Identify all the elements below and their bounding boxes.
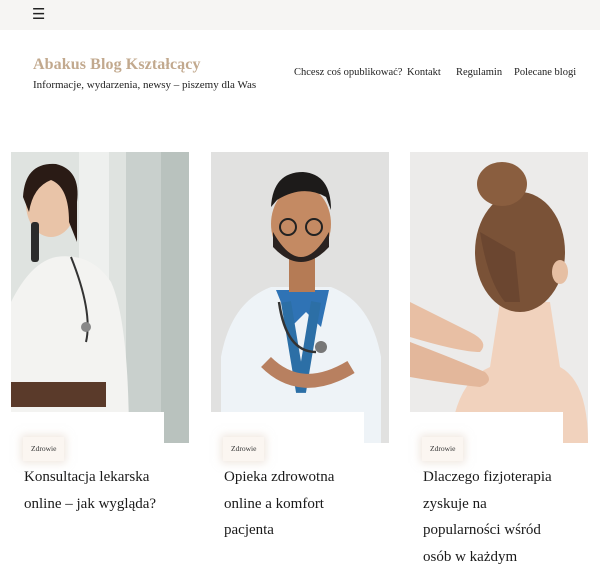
post-card-3: Zdrowie Dlaczego fizjoterapia zyskuje na…: [410, 412, 563, 565]
post-title[interactable]: Dlaczego fizjoterapia zyskuje na popular…: [423, 464, 558, 570]
nav-item-terms[interactable]: Regulamin: [456, 67, 502, 78]
post-card-2: Zdrowie Opieka zdrowotna online a komfor…: [211, 412, 364, 562]
top-bar: ☰: [0, 0, 600, 30]
site-title[interactable]: Abakus Blog Kształcący: [33, 56, 201, 74]
post-image-physiotherapy[interactable]: [410, 152, 588, 443]
category-badge[interactable]: Zdrowie: [23, 437, 65, 461]
post-title[interactable]: Konsultacja lekarska online – jak wygląd…: [24, 464, 159, 517]
post-image-male-doctor[interactable]: [211, 152, 389, 443]
nav-item-recommended-blogs[interactable]: Polecane blogi: [514, 67, 576, 78]
category-badge[interactable]: Zdrowie: [422, 437, 464, 461]
post-card-1: Zdrowie Konsultacja lekarska online – ja…: [11, 412, 164, 562]
post-image-female-doctor[interactable]: [11, 152, 189, 443]
nav-item-publish[interactable]: Chcesz coś opublikować?: [294, 67, 402, 78]
site-tagline: Informacje, wydarzenia, newsy – piszemy …: [33, 79, 257, 91]
menu-icon[interactable]: ☰: [32, 6, 45, 22]
post-title[interactable]: Opieka zdrowotna online a komfort pacjen…: [224, 464, 359, 544]
nav-item-contact[interactable]: Kontakt: [407, 67, 441, 78]
category-badge[interactable]: Zdrowie: [223, 437, 265, 461]
